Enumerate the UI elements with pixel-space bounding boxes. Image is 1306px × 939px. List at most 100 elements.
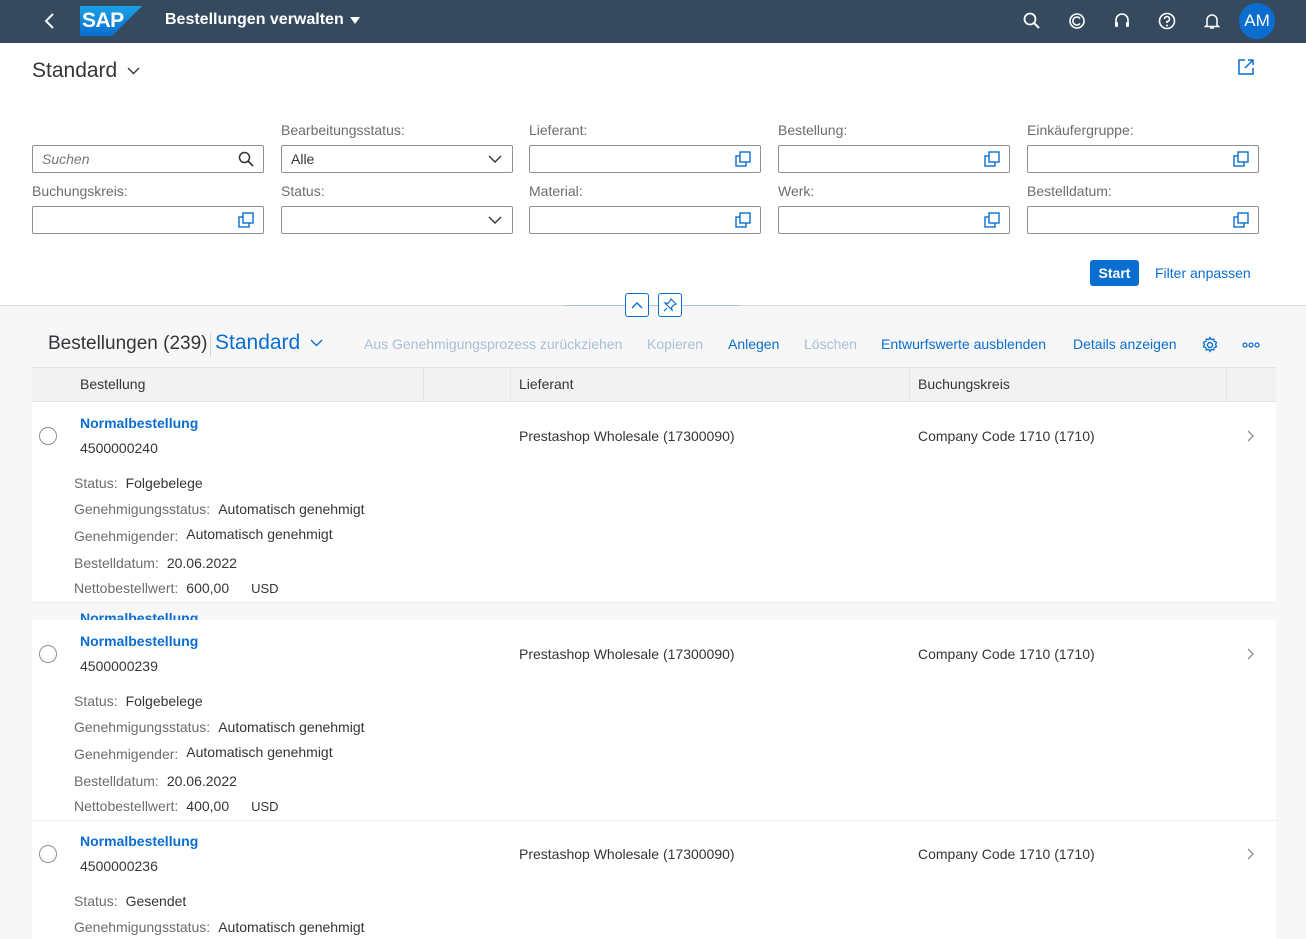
hide-drafts-button[interactable]: Entwurfswerte ausblenden: [881, 336, 1046, 352]
processing-status-select[interactable]: Alle: [281, 145, 513, 173]
material-label: Material:: [529, 183, 583, 199]
value-help-icon[interactable]: [984, 212, 1000, 228]
gear-icon: [1202, 336, 1218, 353]
chevron-down-icon: [488, 155, 502, 163]
withdraw-approval-button[interactable]: Aus Genehmigungsprozess zurückziehen: [364, 336, 622, 352]
row-select-radio[interactable]: [39, 645, 57, 663]
approver-value: Automatisch genehmigt: [186, 526, 333, 542]
order-type-link[interactable]: Normalbestellung: [80, 415, 198, 431]
order-date-key: Bestelldatum:: [74, 555, 159, 571]
table-row[interactable]: Normalbestellung 4500000240 Prestashop W…: [32, 402, 1276, 603]
delete-button[interactable]: Löschen: [804, 336, 857, 352]
supplier-input[interactable]: [529, 145, 761, 173]
row-select-radio[interactable]: [39, 427, 57, 445]
column-header-company-code[interactable]: Buchungskreis: [910, 368, 1010, 401]
order-type-link[interactable]: Normalbestellung: [80, 633, 198, 649]
page-variant-selector[interactable]: Standard: [32, 59, 140, 83]
chevron-down-icon: [488, 216, 502, 224]
search-icon: [1023, 12, 1040, 29]
bell-icon: [1203, 14, 1221, 29]
net-value-amount: 600,00: [186, 580, 230, 596]
order-date-value: 20.06.2022: [166, 555, 237, 571]
shell-bar: SAP Bestellungen verwalten AM: [0, 0, 1306, 43]
chevron-right-icon[interactable]: [1244, 647, 1256, 661]
value-help-icon[interactable]: [1233, 212, 1249, 228]
order-date-input[interactable]: [1027, 206, 1259, 234]
chevron-right-icon[interactable]: [1244, 429, 1256, 443]
copy-button[interactable]: Kopieren: [647, 336, 703, 352]
approver-value: Automatisch genehmigt: [186, 744, 333, 760]
chevron-up-icon: [631, 302, 643, 309]
status-value: Folgebelege: [125, 475, 203, 491]
order-date-detail: Bestelldatum: 20.06.2022: [74, 555, 237, 571]
plant-label: Werk:: [778, 183, 815, 199]
copilot-button[interactable]: [1064, 9, 1090, 33]
app-title-menu[interactable]: Bestellungen verwalten: [165, 11, 360, 29]
help-button[interactable]: [1154, 9, 1180, 33]
chevron-down-icon: [310, 339, 323, 347]
pin-header-button[interactable]: [658, 293, 682, 317]
supplier-label: Lieferant:: [529, 122, 588, 138]
status-select[interactable]: [281, 206, 513, 234]
company-code-input[interactable]: [32, 206, 264, 234]
table-settings-button[interactable]: [1200, 335, 1220, 355]
value-help-icon[interactable]: [1233, 151, 1249, 167]
column-header-order[interactable]: Bestellung: [72, 368, 145, 401]
search-button[interactable]: [1019, 9, 1045, 33]
adapt-filters-button[interactable]: Filter anpassen: [1155, 265, 1251, 281]
table-row[interactable]: Normalbestellung 4500000239 Prestashop W…: [32, 620, 1276, 821]
show-details-button[interactable]: Details anzeigen: [1073, 336, 1177, 352]
chevron-right-icon[interactable]: [1244, 847, 1256, 861]
value-help-icon[interactable]: [238, 212, 254, 228]
app-title: Bestellungen verwalten: [165, 11, 344, 28]
purchasing-group-input[interactable]: [1027, 145, 1259, 173]
approval-status-value: Automatisch genehmigt: [218, 719, 365, 735]
share-button[interactable]: [1236, 57, 1258, 79]
help-icon: [1158, 12, 1176, 30]
order-date-label: Bestelldatum:: [1027, 183, 1112, 199]
plant-input[interactable]: [778, 206, 1010, 234]
sap-logo[interactable]: SAP: [80, 6, 142, 36]
back-button[interactable]: [36, 8, 64, 34]
status-value: Folgebelege: [125, 693, 203, 709]
status-key: Status:: [74, 893, 118, 909]
column-divider: [423, 368, 424, 401]
net-value-currency: USD: [251, 581, 279, 596]
share-icon: [1238, 59, 1254, 75]
start-button[interactable]: Start: [1090, 260, 1139, 286]
create-button[interactable]: Anlegen: [728, 336, 779, 352]
row-select-radio[interactable]: [39, 845, 57, 863]
user-avatar[interactable]: AM: [1239, 3, 1275, 39]
net-value-currency: USD: [251, 799, 279, 814]
net-value-detail: Nettobestellwert: 400,00 USD: [74, 798, 279, 814]
supplier-value: Prestashop Wholesale (17300090): [519, 646, 735, 662]
processing-status-label: Bearbeitungsstatus:: [281, 122, 405, 138]
table-row[interactable]: Normalbestellung 4500000236 Prestashop W…: [32, 821, 1276, 939]
order-input[interactable]: [778, 145, 1010, 173]
company-code-value: Company Code 1710 (1710): [918, 646, 1095, 662]
approval-status-key: Genehmigungsstatus:: [74, 919, 211, 935]
value-help-icon[interactable]: [735, 151, 751, 167]
company-code-value: Company Code 1710 (1710): [918, 846, 1095, 862]
column-header-supplier[interactable]: Lieferant: [511, 368, 573, 401]
back-arrow-icon: [44, 13, 54, 29]
table-variant-selector[interactable]: Standard: [215, 331, 323, 355]
approval-status-key: Genehmigungsstatus:: [74, 719, 211, 735]
value-help-icon[interactable]: [984, 151, 1000, 167]
search-input[interactable]: Suchen: [32, 145, 264, 173]
avatar-initials: AM: [1244, 11, 1270, 30]
approver-key: Genehmigender:: [74, 746, 179, 762]
order-label: Bestellung:: [778, 122, 848, 138]
more-actions-button[interactable]: [1241, 335, 1261, 355]
company-code-label: Buchungskreis:: [32, 183, 128, 199]
table-variant-name: Standard: [215, 331, 301, 354]
net-value-amount: 400,00: [186, 798, 230, 814]
status-label: Status:: [281, 183, 325, 199]
notifications-button[interactable]: [1199, 9, 1225, 33]
collapse-header-button[interactable]: [625, 293, 649, 317]
order-type-link[interactable]: Normalbestellung: [80, 833, 198, 849]
support-button[interactable]: [1109, 9, 1135, 33]
value-help-icon[interactable]: [735, 212, 751, 228]
status-detail: Status: Gesendet: [74, 893, 186, 909]
material-input[interactable]: [529, 206, 761, 234]
